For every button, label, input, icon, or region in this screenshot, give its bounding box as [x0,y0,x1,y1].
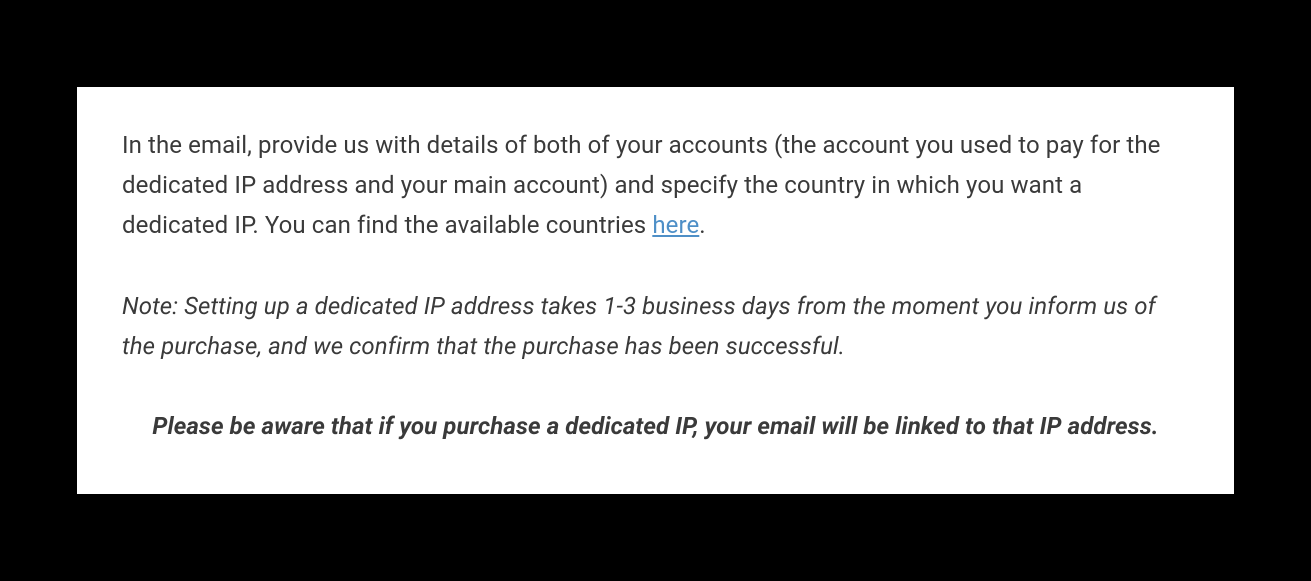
note-paragraph: Note: Setting up a dedicated IP address … [122,286,1189,367]
intro-paragraph: In the email, provide us with details of… [122,125,1189,246]
content-card: In the email, provide us with details of… [77,87,1234,495]
intro-text-before-link: In the email, provide us with details of… [122,131,1161,240]
intro-text-after-link: . [699,211,705,239]
available-countries-link[interactable]: here [652,211,699,239]
warning-paragraph: Please be aware that if you purchase a d… [122,406,1189,446]
